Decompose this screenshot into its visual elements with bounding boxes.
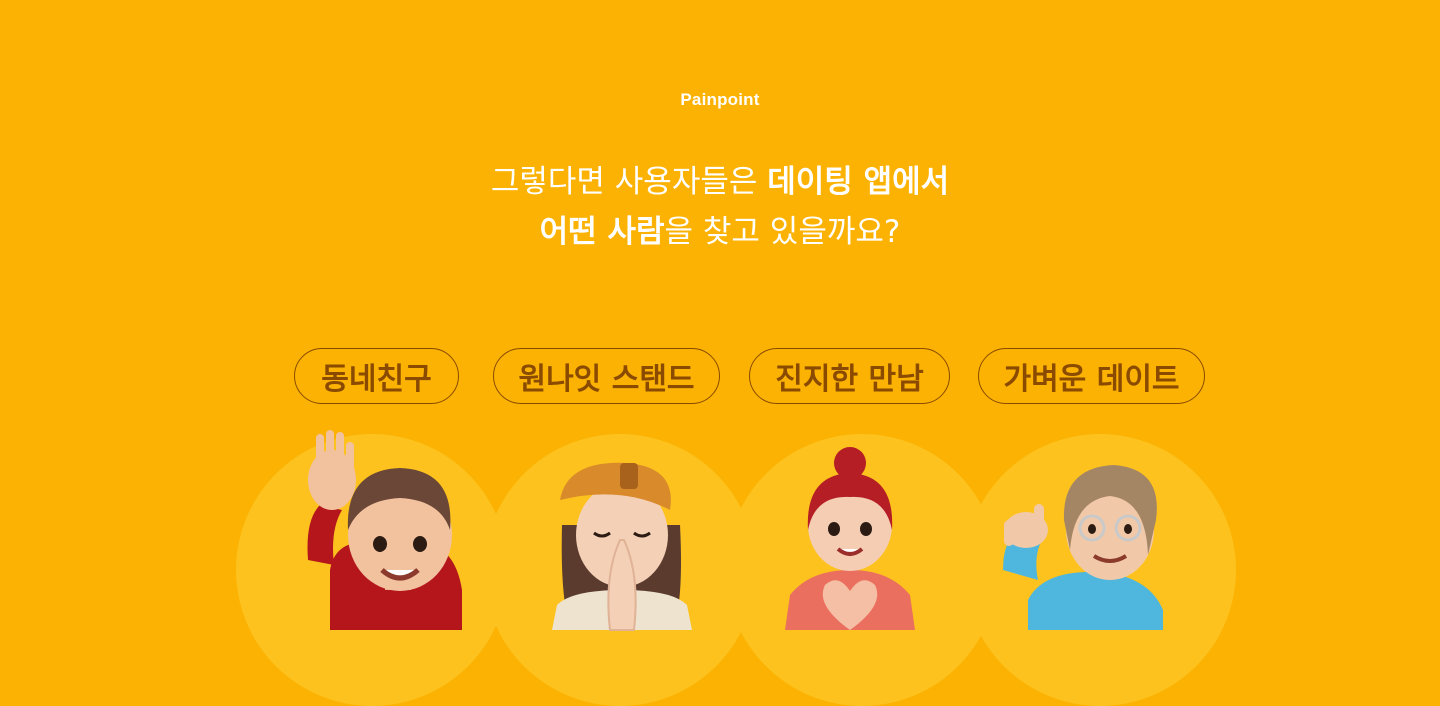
praying-girl-avatar bbox=[552, 462, 692, 631]
waving-boy-avatar bbox=[307, 430, 462, 630]
section-headline: 그렇다면 사용자들은 데이팅 앱에서 어떤 사람을 찾고 있을까요? bbox=[0, 157, 1440, 257]
category-pill-neighborhood-friend[interactable]: 동네친구 bbox=[294, 348, 459, 404]
shaka-man-avatar bbox=[1003, 465, 1163, 630]
headline-line2-bold: 어떤 사람 bbox=[539, 214, 665, 250]
headline-line1-bold: 데이팅 앱에서 bbox=[767, 164, 950, 200]
headline-line1-regular: 그렇다면 사용자들은 bbox=[490, 164, 768, 200]
category-pill-serious-relationship[interactable]: 진지한 만남 bbox=[749, 348, 950, 404]
headline-line-2: 어떤 사람을 찾고 있을까요? bbox=[0, 207, 1440, 257]
headline-line2-regular: 을 찾고 있을까요? bbox=[664, 214, 901, 250]
eyebrow-label: Painpoint bbox=[680, 90, 760, 109]
category-pill-casual-date[interactable]: 가벼운 데이트 bbox=[978, 348, 1205, 404]
category-pill-one-night-stand[interactable]: 원나잇 스탠드 bbox=[493, 348, 720, 404]
heart-hands-girl-avatar bbox=[785, 447, 915, 630]
headline-line-1: 그렇다면 사용자들은 데이팅 앱에서 bbox=[0, 157, 1440, 207]
